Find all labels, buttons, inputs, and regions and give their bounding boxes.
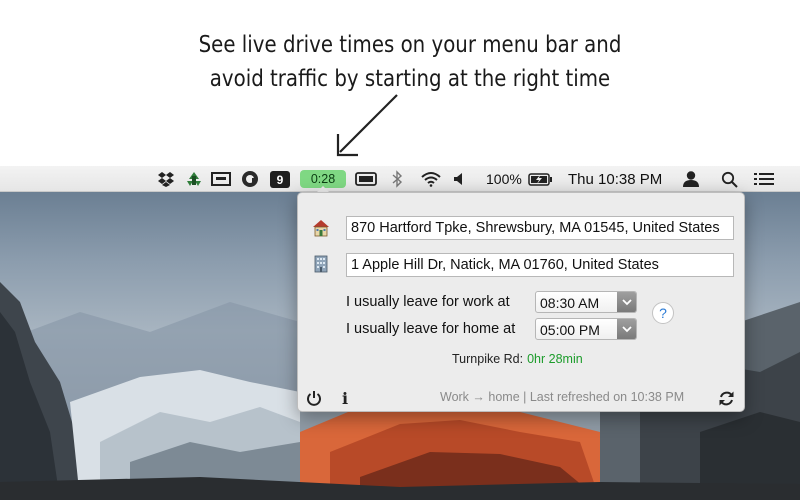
power-icon[interactable] [306, 390, 322, 406]
circle-a-icon[interactable] [240, 166, 260, 192]
help-button[interactable]: ? [652, 302, 674, 324]
drive-time-panel: 870 Hartford Tpke, Shrewsbury, MA 01545,… [297, 192, 745, 412]
dropbox-icon[interactable] [156, 166, 176, 192]
refresh-icon[interactable] [718, 390, 735, 407]
chevron-down-icon [617, 292, 636, 312]
office-building-icon [314, 255, 328, 273]
home-address-field[interactable]: 870 Hartford Tpke, Shrewsbury, MA 01545,… [346, 216, 734, 240]
headline-line-2: avoid traffic by starting at the right t… [209, 66, 611, 92]
recycle-icon[interactable] [184, 166, 204, 192]
pointer-arrow-icon [336, 94, 398, 157]
work-address-field[interactable]: 1 Apple Hill Dr, Natick, MA 01760, Unite… [346, 253, 734, 277]
volume-icon[interactable] [452, 166, 466, 192]
headline: See live drive times on your menu bar an… [186, 28, 633, 96]
home-icon [313, 220, 329, 237]
leave-for-work-label: I usually leave for work at [346, 294, 510, 310]
leave-for-work-value: 08:30 AM [540, 295, 600, 311]
leave-for-home-select[interactable]: 05:00 PM [535, 318, 637, 340]
bluetooth-icon[interactable] [388, 166, 406, 192]
list-icon[interactable] [752, 166, 776, 192]
route-label: Turnpike Rd: [452, 352, 524, 366]
chevron-down-icon [617, 319, 636, 339]
footer-status: Work → home | Last refreshed on 10:38 PM [440, 390, 685, 404]
route-summary: Turnpike Rd: 0hr 28min [452, 352, 583, 366]
menu-bar-clock[interactable]: Thu 10:38 PM [568, 166, 662, 192]
info-button[interactable]: i [342, 389, 348, 408]
user-icon[interactable] [681, 166, 701, 192]
leave-for-home-label: I usually leave for home at [346, 321, 516, 337]
battery-charging-icon[interactable] [527, 166, 553, 192]
leave-for-home-value: 05:00 PM [540, 322, 600, 338]
leave-for-work-select[interactable]: 08:30 AM [535, 291, 637, 313]
battery-percent[interactable]: 100% [486, 166, 522, 192]
badge-9[interactable]: 9 [270, 171, 290, 188]
keyboard-icon[interactable] [355, 166, 377, 192]
headline-line-1: See live drive times on your menu bar an… [198, 32, 622, 58]
wifi-icon[interactable] [420, 166, 442, 192]
route-time: 0hr 28min [527, 352, 583, 366]
menu-box-icon[interactable] [210, 166, 232, 192]
search-icon[interactable] [719, 166, 739, 192]
menu-bar: 9 0:28 100% Thu 10:38 PM [0, 166, 800, 192]
